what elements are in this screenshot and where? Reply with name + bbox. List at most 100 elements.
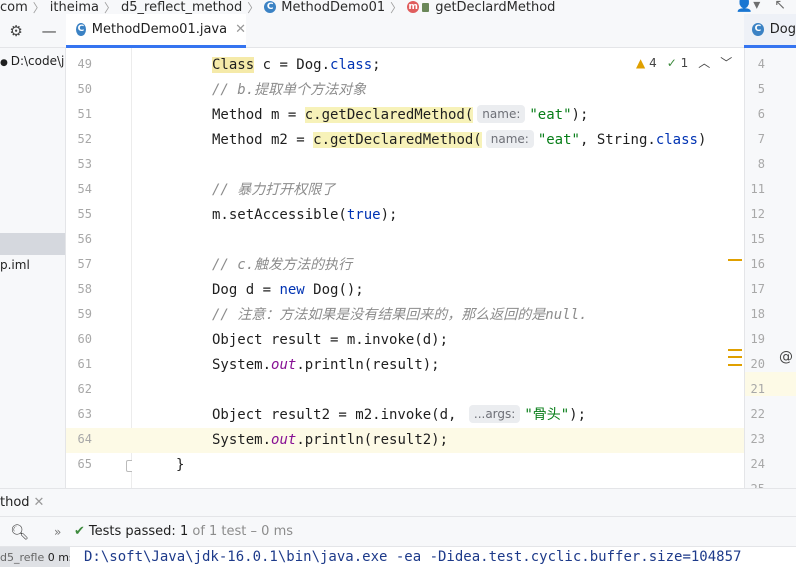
line-number: 21 bbox=[750, 382, 765, 396]
tab-label: Dog bbox=[769, 22, 796, 37]
code-text: Method m2 = c.getDeclaredMethod(name: "ea… bbox=[212, 130, 707, 148]
method-icon: m bbox=[407, 1, 420, 13]
code-line[interactable] bbox=[132, 378, 744, 403]
project-tree-label: p.iml bbox=[0, 258, 30, 272]
line-number: 58 bbox=[77, 282, 92, 296]
code-line[interactable]: m.setAccessible(true); bbox=[132, 203, 744, 228]
line-number: 7 bbox=[757, 132, 765, 146]
inspection-widget[interactable]: ▲ 4 ✓ 1 ︿ ﹀ bbox=[636, 54, 733, 71]
code-text: Dog d = new Dog(); bbox=[212, 282, 364, 298]
code-line[interactable]: System.out.println(result2); bbox=[132, 428, 744, 453]
warning-marker[interactable] bbox=[728, 364, 742, 366]
test-tree-label: d5_refle bbox=[0, 551, 45, 564]
code-line[interactable]: Dog d = new Dog(); bbox=[132, 278, 744, 303]
line-number: 63 bbox=[77, 407, 92, 421]
run-tool-tab[interactable]: thod ✕ bbox=[0, 488, 796, 516]
search-icon[interactable]: 🔍︎ bbox=[10, 517, 29, 547]
close-icon[interactable]: ✕ bbox=[235, 22, 246, 37]
editor-tab-bar: ⚙ — C MethodDemo01.java ✕ C Dog bbox=[0, 14, 796, 48]
minimize-icon[interactable]: — bbox=[42, 22, 57, 40]
line-number: 65 bbox=[77, 457, 92, 471]
line-number: 22 bbox=[750, 407, 765, 421]
code-text: // 暴力打开权限了 bbox=[212, 182, 336, 198]
chevron-down-icon[interactable]: ﹀ bbox=[720, 54, 732, 71]
breadcrumb-separator: 〉 bbox=[390, 0, 403, 15]
test-status: ✔ Tests passed: 1 of 1 test – 0 ms bbox=[74, 517, 293, 547]
code-line[interactable]: // 暴力打开权限了 bbox=[132, 178, 744, 203]
breadcrumb: com 〉 itheima 〉 d5_reflect_method 〉 C Me… bbox=[0, 0, 796, 14]
console-output[interactable]: d5_refle 0 ms D:\soft\Java\jdk-16.0.1\bi… bbox=[0, 546, 796, 567]
code-text: System.out.println(result); bbox=[212, 357, 440, 373]
breadcrumb-item-package[interactable]: d5_reflect_method bbox=[121, 0, 242, 14]
warning-marker[interactable] bbox=[728, 349, 742, 351]
warning-count: 4 bbox=[649, 55, 657, 70]
project-tree-item[interactable]: p.iml bbox=[0, 254, 65, 276]
project-panel: ● D:\code\j p.iml bbox=[0, 48, 66, 488]
check-icon: ✔ bbox=[74, 524, 85, 539]
warning-marker[interactable] bbox=[728, 356, 742, 358]
code-line[interactable]: Method m2 = c.getDeclaredMethod(name: "ea… bbox=[132, 128, 744, 153]
breadcrumb-item-com[interactable]: com bbox=[0, 0, 28, 14]
code-text: } bbox=[176, 457, 185, 473]
code-line[interactable]: Method m = c.getDeclaredMethod(name: "eat… bbox=[132, 103, 744, 128]
breadcrumb-item-itheima[interactable]: itheima bbox=[50, 0, 99, 14]
breadcrumb-separator: 〉 bbox=[247, 0, 260, 15]
line-number: 15 bbox=[750, 232, 765, 246]
line-number: 59 bbox=[77, 307, 92, 321]
line-number: 52 bbox=[77, 132, 92, 146]
code-line[interactable]: } bbox=[132, 453, 744, 478]
tab-methoddemo01[interactable]: C MethodDemo01.java ✕ bbox=[66, 14, 246, 48]
line-number: 53 bbox=[77, 157, 92, 171]
line-number: 8 bbox=[757, 157, 765, 171]
tab-dog[interactable]: C Dog bbox=[744, 14, 796, 48]
chevron-up-icon[interactable]: ︿ bbox=[698, 54, 710, 71]
gear-icon[interactable]: ⚙ bbox=[9, 22, 22, 40]
line-number: 6 bbox=[757, 107, 765, 121]
breadcrumb-separator: 〉 bbox=[103, 0, 116, 15]
chevron-right-icon[interactable]: » bbox=[54, 517, 61, 547]
line-number: 56 bbox=[77, 232, 92, 246]
lock-icon bbox=[422, 2, 430, 12]
class-icon: C bbox=[264, 1, 277, 13]
line-number: 18 bbox=[750, 307, 765, 321]
project-tree-item[interactable]: ● D:\code\j bbox=[0, 50, 65, 72]
code-text: Class c = Dog.class; bbox=[212, 57, 381, 73]
line-number: 50 bbox=[77, 82, 92, 96]
user-icon[interactable]: 👤▾ bbox=[736, 0, 760, 13]
code-editor[interactable]: Class c = Dog.class; // b.提取单个方法对象 Method … bbox=[132, 48, 744, 488]
code-line[interactable] bbox=[132, 228, 744, 253]
close-icon[interactable]: ✕ bbox=[34, 495, 45, 510]
project-tree-item-selected[interactable] bbox=[0, 233, 65, 255]
line-number: 20 bbox=[750, 357, 765, 371]
annotation-icon[interactable]: @ bbox=[779, 349, 793, 365]
test-tree-item[interactable]: d5_refle 0 ms bbox=[0, 547, 70, 567]
line-number: 19 bbox=[750, 332, 765, 346]
line-number-gutter[interactable]: 49 50 51 52 53 54 55 56 57 58 59 60 61 62 63 64 65 bbox=[66, 48, 136, 488]
line-number: 55 bbox=[77, 207, 92, 221]
toolbar-right: 👤▾ ↖ bbox=[736, 0, 796, 13]
project-tree-label: D:\code\j bbox=[10, 54, 65, 68]
line-number: 60 bbox=[77, 332, 92, 346]
breadcrumb-item-class[interactable]: MethodDemo01 bbox=[281, 0, 385, 14]
code-line[interactable]: System.out.println(result); bbox=[132, 353, 744, 378]
split-editor-dog[interactable]: @ 4567811121516171819202122232425 bbox=[744, 48, 796, 496]
line-number: 57 bbox=[77, 257, 92, 271]
line-number: 4 bbox=[757, 57, 765, 71]
back-arrow-icon[interactable]: ↖ bbox=[774, 0, 786, 13]
code-text: Object result = m.invoke(d); bbox=[212, 332, 449, 348]
line-number: 23 bbox=[750, 432, 765, 446]
code-line[interactable]: Object result2 = m2.invoke(d, ...args: "骨… bbox=[132, 403, 744, 428]
breadcrumb-item-method[interactable]: getDeclardMethod bbox=[435, 0, 555, 14]
code-line[interactable] bbox=[132, 153, 744, 178]
warning-marker[interactable] bbox=[728, 259, 742, 261]
console-command: D:\soft\Java\jdk-16.0.1\bin\java.exe -ea… bbox=[84, 549, 742, 565]
code-line[interactable]: // b.提取单个方法对象 bbox=[132, 78, 744, 103]
code-text: System.out.println(result2); bbox=[212, 432, 449, 448]
warning-icon: ▲ bbox=[636, 55, 646, 70]
code-line[interactable]: // c.触发方法的执行 bbox=[132, 253, 744, 278]
status-suffix: of 1 test – 0 ms bbox=[188, 524, 294, 539]
code-line[interactable]: // 注意：方法如果是没有结果回来的，那么返回的是null. bbox=[132, 303, 744, 328]
code-line[interactable]: Object result = m.invoke(d); bbox=[132, 328, 744, 353]
line-number: 16 bbox=[750, 257, 765, 271]
line-number: 24 bbox=[750, 457, 765, 471]
